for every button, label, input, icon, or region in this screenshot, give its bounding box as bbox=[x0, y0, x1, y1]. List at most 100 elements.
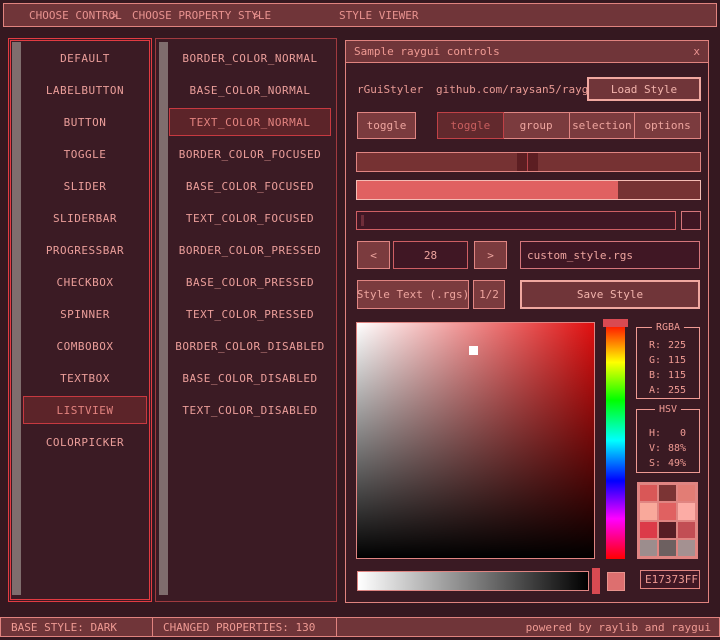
list-item[interactable]: BASE_COLOR_FOCUSED bbox=[169, 172, 331, 200]
style-text-button[interactable]: Style Text (.rgs) bbox=[357, 280, 469, 309]
list-item[interactable]: SLIDERBAR bbox=[23, 204, 147, 232]
rgba-label-r: R: bbox=[649, 340, 662, 351]
list-item[interactable]: COMBOBOX bbox=[23, 332, 147, 360]
breadcrumb-choose-control[interactable]: CHOOSE CONTROL bbox=[29, 9, 122, 22]
status-base-style: BASE STYLE: DARK bbox=[11, 620, 117, 634]
chevron-right-icon: > bbox=[111, 9, 118, 22]
list-item[interactable]: PROGRESSBAR bbox=[23, 236, 147, 264]
hex-value-input[interactable]: E17373FF bbox=[640, 570, 700, 589]
rgba-groupbox-title: RGBA bbox=[651, 322, 685, 333]
palette-swatch[interactable] bbox=[678, 539, 695, 556]
list-item[interactable]: DEFAULT bbox=[23, 44, 147, 72]
palette-swatch[interactable] bbox=[678, 485, 695, 502]
list-item[interactable]: TOGGLE bbox=[23, 140, 147, 168]
list-item[interactable]: SLIDER bbox=[23, 172, 147, 200]
controls-scrollbar[interactable] bbox=[12, 42, 21, 595]
selected-color-swatch bbox=[607, 572, 625, 591]
spinner-value[interactable]: 28 bbox=[393, 241, 468, 269]
rgba-value-a: 255 bbox=[667, 385, 686, 396]
list-item[interactable]: BORDER_COLOR_DISABLED bbox=[169, 332, 331, 360]
toggle-button[interactable]: toggle bbox=[357, 112, 416, 139]
sample-controls-window: Sample raygui controls x rGuiStyler gith… bbox=[345, 40, 709, 603]
spinner-decrement-button[interactable]: < bbox=[357, 241, 390, 269]
colorpicker-hue-handle[interactable] bbox=[603, 319, 628, 327]
colorpicker-sv-square[interactable] bbox=[356, 322, 595, 559]
rgba-value-r: 225 bbox=[667, 340, 686, 351]
list-item[interactable]: BORDER_COLOR_NORMAL bbox=[169, 44, 331, 72]
toggle-group-item-selection[interactable]: selection bbox=[568, 112, 636, 139]
text-input[interactable] bbox=[356, 211, 676, 230]
list-item[interactable]: TEXTBOX bbox=[23, 364, 147, 392]
palette-swatch[interactable] bbox=[659, 503, 676, 520]
rgba-value-g: 115 bbox=[667, 355, 686, 366]
list-item[interactable]: BASE_COLOR_NORMAL bbox=[169, 76, 331, 104]
window-title: Sample raygui controls bbox=[354, 45, 500, 58]
palette-swatch[interactable] bbox=[678, 521, 695, 538]
status-changed-properties: CHANGED PROPERTIES: 130 bbox=[152, 618, 336, 636]
filename-input[interactable]: custom_style.rgs bbox=[520, 241, 700, 269]
colorpicker-sv-cursor[interactable] bbox=[469, 346, 478, 355]
sliderbar-fill bbox=[357, 181, 618, 199]
small-box-button[interactable] bbox=[681, 211, 701, 230]
toggle-group-item-toggle[interactable]: toggle bbox=[437, 112, 504, 139]
page-indicator-button[interactable]: 1/2 bbox=[473, 280, 505, 309]
palette-swatch[interactable] bbox=[640, 503, 657, 520]
toggle-group-item-options[interactable]: options bbox=[634, 112, 701, 139]
palette-swatch[interactable] bbox=[640, 521, 657, 538]
palette-swatch[interactable] bbox=[659, 521, 676, 538]
list-item[interactable]: TEXT_COLOR_DISABLED bbox=[169, 396, 331, 424]
hsv-value-v: 88% bbox=[667, 443, 686, 454]
list-item-selected[interactable]: TEXT_COLOR_NORMAL bbox=[169, 108, 331, 136]
hsv-label-h: H: bbox=[649, 428, 662, 439]
breadcrumb-choose-property[interactable]: CHOOSE PROPERTY STYLE bbox=[132, 9, 271, 22]
breadcrumb-bar: CHOOSE CONTROL > CHOOSE PROPERTY STYLE >… bbox=[3, 3, 717, 27]
palette-swatch[interactable] bbox=[659, 539, 676, 556]
hsv-groupbox-title: HSV bbox=[654, 404, 682, 415]
text-cursor bbox=[361, 215, 364, 226]
list-item[interactable]: BORDER_COLOR_FOCUSED bbox=[169, 140, 331, 168]
properties-scrollbar[interactable] bbox=[159, 42, 168, 595]
palette-swatch[interactable] bbox=[678, 503, 695, 520]
list-item[interactable]: BORDER_COLOR_PRESSED bbox=[169, 236, 331, 264]
status-credits: powered by raylib and raygui bbox=[336, 618, 719, 636]
controls-listview: DEFAULT LABELBUTTON BUTTON TOGGLE SLIDER… bbox=[8, 38, 152, 602]
alpha-slider-handle[interactable] bbox=[592, 568, 600, 594]
list-item[interactable]: CHECKBOX bbox=[23, 268, 147, 296]
list-item[interactable]: SPINNER bbox=[23, 300, 147, 328]
list-item[interactable]: BUTTON bbox=[23, 108, 147, 136]
list-item[interactable]: BASE_COLOR_DISABLED bbox=[169, 364, 331, 392]
alpha-slider[interactable] bbox=[357, 571, 589, 591]
list-item[interactable]: TEXT_COLOR_PRESSED bbox=[169, 300, 331, 328]
palette-swatch[interactable] bbox=[640, 485, 657, 502]
toggle-group: toggle group selection options bbox=[437, 112, 701, 139]
app-name-label: rGuiStyler bbox=[357, 83, 424, 96]
rgba-label-a: A: bbox=[649, 385, 662, 396]
load-style-button[interactable]: Load Style bbox=[587, 77, 701, 101]
rgba-label-b: B: bbox=[649, 370, 662, 381]
list-item[interactable]: TEXT_COLOR_FOCUSED bbox=[169, 204, 331, 232]
colorpicker-hue-bar[interactable] bbox=[606, 322, 625, 559]
list-item[interactable]: COLORPICKER bbox=[23, 428, 147, 456]
list-item-selected[interactable]: LISTVIEW bbox=[23, 396, 147, 424]
rgba-value-b: 115 bbox=[667, 370, 686, 381]
hsv-label-v: V: bbox=[649, 443, 662, 454]
spinner-increment-button[interactable]: > bbox=[474, 241, 507, 269]
list-item[interactable]: LABELBUTTON bbox=[23, 76, 147, 104]
chevron-right-icon: > bbox=[253, 9, 260, 22]
slider[interactable] bbox=[356, 152, 701, 172]
palette-swatch[interactable] bbox=[640, 539, 657, 556]
breadcrumb-style-viewer[interactable]: STYLE VIEWER bbox=[339, 9, 418, 22]
hsv-groupbox: HSV H: 0 V: 88% S: 49% bbox=[636, 404, 700, 473]
close-icon[interactable]: x bbox=[693, 45, 700, 58]
properties-listview: BORDER_COLOR_NORMAL BASE_COLOR_NORMAL TE… bbox=[155, 38, 337, 602]
slider-handle[interactable] bbox=[517, 153, 538, 171]
sliderbar[interactable] bbox=[356, 180, 701, 200]
toggle-group-item-group[interactable]: group bbox=[502, 112, 570, 139]
window-titlebar[interactable]: Sample raygui controls x bbox=[346, 41, 708, 63]
list-item[interactable]: BASE_COLOR_PRESSED bbox=[169, 268, 331, 296]
rgba-groupbox: RGBA R: 225 G: 115 B: 115 A: 255 bbox=[636, 322, 700, 399]
color-palette bbox=[637, 482, 698, 559]
save-style-button[interactable]: Save Style bbox=[520, 280, 700, 309]
palette-swatch[interactable] bbox=[659, 485, 676, 502]
status-bar: BASE STYLE: DARK CHANGED PROPERTIES: 130… bbox=[0, 617, 720, 637]
